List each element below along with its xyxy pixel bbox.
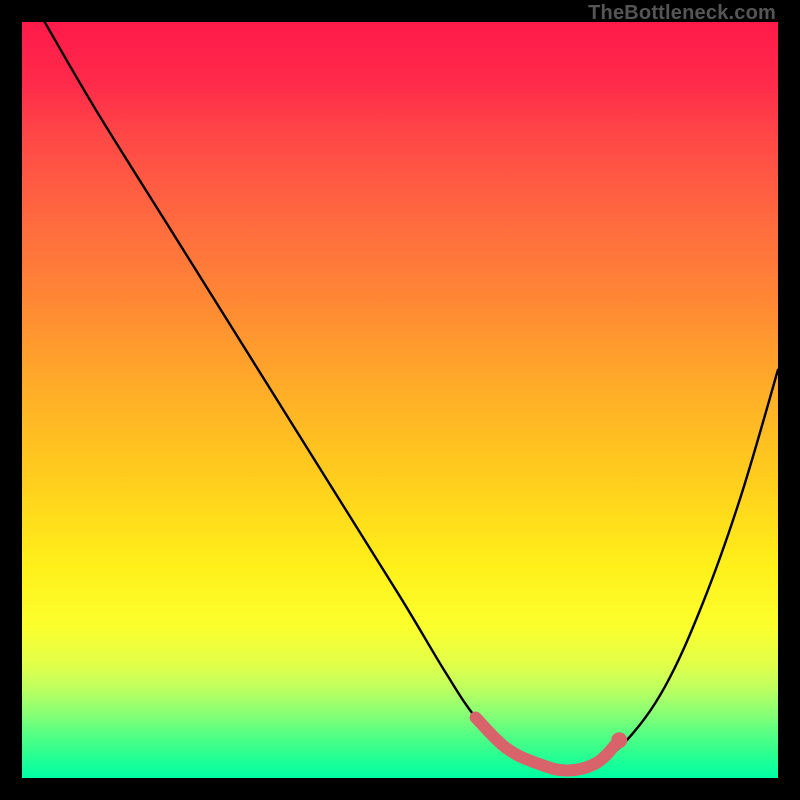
watermark-text: TheBottleneck.com [588, 2, 776, 25]
bottleneck-curve [45, 22, 778, 770]
highlight-dot [611, 732, 627, 748]
plot-area [22, 22, 778, 778]
highlight-segment [476, 718, 620, 771]
chart-svg [22, 22, 778, 778]
chart-frame: TheBottleneck.com [0, 0, 800, 800]
